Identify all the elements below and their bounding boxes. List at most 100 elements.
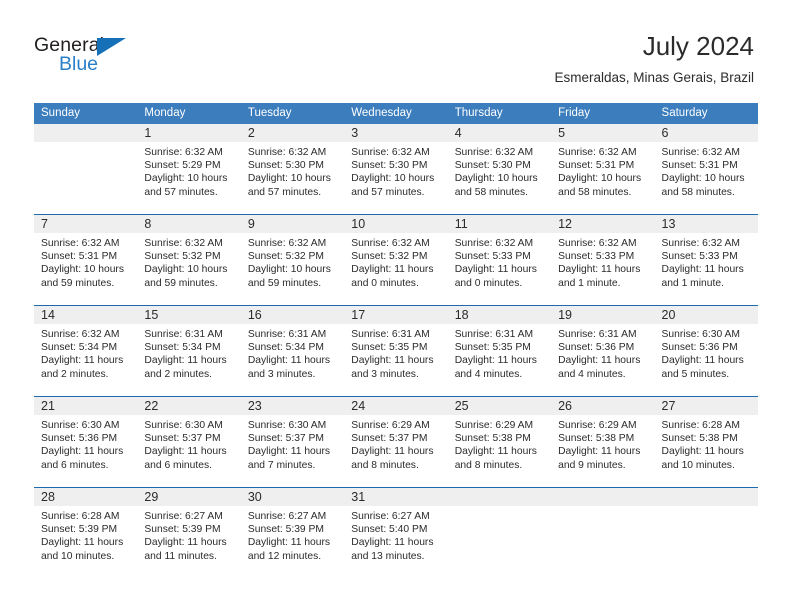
day-detail-lines: Sunrise: 6:27 AM Sunset: 5:39 PM Daylight:… — [137, 506, 240, 563]
day-detail-lines: Sunrise: 6:32 AM Sunset: 5:32 PM Daylight:… — [344, 233, 447, 290]
weekday-header-row: Sunday Monday Tuesday Wednesday Thursday Frid… — [34, 103, 758, 124]
day-detail-line: Daylight: 11 hours — [247, 446, 331, 458]
day-detail-line: and 57 minutes. — [247, 186, 322, 198]
calendar-day-cell[interactable]: 27 Sunrise: 6:28 AM Sunset: 5:38 PM Dayligh… — [654, 397, 758, 487]
weekday-header-thursday: Thursday — [454, 107, 503, 119]
calendar-day-cell[interactable]: 25 Sunrise: 6:29 AM Sunset: 5:38 PM Dayligh… — [447, 397, 552, 487]
day-detail-line: Sunrise: 6:30 AM — [247, 420, 327, 431]
calendar-day-cell[interactable]: 16 Sunrise: 6:31 AM Sunset: 5:34 PM Dayligh… — [240, 306, 345, 396]
day-detail-line: Sunrise: 6:31 AM — [558, 329, 637, 340]
calendar-day-cell[interactable]: 6 Sunrise: 6:32 AM Sunset: 5:31 PM Daylight… — [654, 124, 758, 214]
day-detail-line: Sunrise: 6:29 AM — [454, 420, 534, 431]
calendar-day-cell[interactable]: 24 Sunrise: 6:29 AM Sunset: 5:37 PM Dayligh… — [344, 397, 448, 487]
calendar-day-cell[interactable]: 3 Sunrise: 6:32 AM Sunset: 5:30 PM Daylight… — [344, 124, 448, 214]
calendar-day-cell[interactable]: 31 Sunrise: 6:27 AM Sunset: 5:40 PM Dayligh… — [344, 488, 448, 578]
calendar-day-cell[interactable]: 12 Sunrise: 6:32 AM Sunset: 5:33 PM Dayligh… — [551, 215, 655, 305]
day-detail-line: Sunset: 5:34 PM — [144, 342, 221, 354]
day-number: 17 — [351, 308, 366, 322]
day-number: 4 — [454, 126, 462, 140]
day-detail-lines: Sunrise: 6:32 AM Sunset: 5:31 PM Daylight:… — [655, 142, 758, 199]
general-blue-logo[interactable]: General Blue — [34, 34, 194, 80]
calendar-day-cell[interactable]: 23 Sunrise: 6:30 AM Sunset: 5:37 PM Dayligh… — [240, 397, 345, 487]
calendar-day-cell[interactable]: 15 Sunrise: 6:31 AM Sunset: 5:34 PM Dayligh… — [137, 306, 241, 396]
day-number-band — [34, 124, 138, 142]
weekday-header-saturday: Saturday — [661, 107, 708, 119]
calendar-week-row: 21 Sunrise: 6:30 AM Sunset: 5:36 PM Dayligh… — [34, 396, 758, 487]
day-detail-line: and 0 minutes. — [351, 277, 419, 289]
day-number-band — [654, 124, 758, 142]
day-detail-line: and 58 minutes. — [454, 186, 528, 198]
calendar-day-cell[interactable]: 26 Sunrise: 6:29 AM Sunset: 5:38 PM Dayligh… — [551, 397, 655, 487]
day-detail-line: Sunset: 5:37 PM — [144, 433, 221, 445]
day-detail-line: Sunrise: 6:32 AM — [144, 147, 223, 158]
day-detail-line: and 0 minutes. — [454, 277, 523, 289]
day-number-band — [240, 124, 345, 142]
day-number-band — [34, 215, 138, 233]
day-number: 18 — [454, 308, 469, 322]
day-detail-line: and 11 minutes. — [144, 550, 217, 562]
day-detail-line: Sunset: 5:30 PM — [351, 160, 428, 172]
calendar-week-row: 1 Sunrise: 6:32 AM Sunset: 5:29 PM Daylight… — [34, 124, 758, 214]
day-detail-line: Daylight: 11 hours — [351, 355, 434, 367]
day-number-band — [654, 488, 758, 506]
calendar-day-cell[interactable]: 14 Sunrise: 6:32 AM Sunset: 5:34 PM Dayligh… — [34, 306, 138, 396]
calendar-day-cell[interactable]: 20 Sunrise: 6:30 AM Sunset: 5:36 PM Dayligh… — [654, 306, 758, 396]
calendar-day-cell[interactable]: 28 Sunrise: 6:28 AM Sunset: 5:39 PM Dayligh… — [34, 488, 138, 578]
calendar-day-cell[interactable]: 21 Sunrise: 6:30 AM Sunset: 5:36 PM Dayligh… — [34, 397, 138, 487]
calendar-day-cell[interactable]: 11 Sunrise: 6:32 AM Sunset: 5:33 PM Dayligh… — [447, 215, 552, 305]
day-detail-line: Daylight: 11 hours — [454, 264, 537, 276]
day-detail-line: Sunset: 5:34 PM — [247, 342, 324, 354]
day-number: 31 — [351, 490, 366, 504]
day-detail-line: and 4 minutes. — [558, 368, 626, 380]
day-detail-line: Sunrise: 6:30 AM — [661, 329, 740, 340]
day-detail-line: Sunset: 5:39 PM — [41, 524, 118, 536]
calendar-day-cell[interactable]: 5 Sunrise: 6:32 AM Sunset: 5:31 PM Daylight… — [551, 124, 655, 214]
page-header: General Blue July 2024 Esmeraldas, Minas… — [0, 0, 792, 96]
day-detail-lines: Sunrise: 6:32 AM Sunset: 5:30 PM Daylight:… — [241, 142, 344, 199]
day-detail-line: Sunset: 5:35 PM — [454, 342, 531, 354]
calendar-day-cell[interactable]: 8 Sunrise: 6:32 AM Sunset: 5:32 PM Daylight… — [137, 215, 241, 305]
day-detail-line: and 58 minutes. — [661, 186, 735, 198]
day-detail-line: Sunrise: 6:31 AM — [454, 329, 534, 340]
day-detail-line: Sunrise: 6:29 AM — [351, 420, 430, 431]
day-detail-line: Daylight: 11 hours — [41, 446, 124, 458]
day-detail-line: and 10 minutes. — [41, 550, 115, 562]
calendar-day-cell-empty — [551, 488, 655, 578]
calendar-day-cell[interactable]: 30 Sunrise: 6:27 AM Sunset: 5:39 PM Dayligh… — [240, 488, 345, 578]
calendar-day-cell[interactable]: 19 Sunrise: 6:31 AM Sunset: 5:36 PM Dayligh… — [551, 306, 655, 396]
calendar-day-cell[interactable]: 9 Sunrise: 6:32 AM Sunset: 5:32 PM Daylight… — [240, 215, 345, 305]
day-detail-line: Daylight: 11 hours — [41, 355, 124, 367]
day-detail-line: Sunrise: 6:32 AM — [41, 238, 120, 249]
day-detail-lines — [34, 142, 137, 146]
calendar-day-cell[interactable]: 2 Sunrise: 6:32 AM Sunset: 5:30 PM Daylight… — [240, 124, 345, 214]
day-detail-lines — [551, 506, 654, 510]
day-number: 25 — [454, 399, 469, 413]
calendar-day-cell[interactable]: 13 Sunrise: 6:32 AM Sunset: 5:33 PM Dayligh… — [654, 215, 758, 305]
day-detail-line: Sunrise: 6:32 AM — [247, 238, 327, 249]
calendar-day-cell[interactable]: 1 Sunrise: 6:32 AM Sunset: 5:29 PM Daylight… — [137, 124, 241, 214]
day-detail-line: Sunset: 5:31 PM — [661, 160, 738, 172]
day-detail-line: and 59 minutes. — [144, 277, 218, 289]
calendar-day-cell[interactable]: 22 Sunrise: 6:30 AM Sunset: 5:37 PM Dayligh… — [137, 397, 241, 487]
calendar-day-cell[interactable]: 7 Sunrise: 6:32 AM Sunset: 5:31 PM Daylight… — [34, 215, 138, 305]
day-number: 13 — [661, 217, 676, 231]
day-detail-line: Daylight: 10 hours — [144, 173, 228, 185]
day-detail-lines: Sunrise: 6:27 AM Sunset: 5:39 PM Daylight:… — [241, 506, 344, 563]
calendar-day-cell[interactable]: 17 Sunrise: 6:31 AM Sunset: 5:35 PM Dayligh… — [344, 306, 448, 396]
day-detail-line: Sunrise: 6:30 AM — [41, 420, 120, 431]
day-number: 5 — [558, 126, 566, 140]
calendar-day-cell[interactable]: 29 Sunrise: 6:27 AM Sunset: 5:39 PM Dayligh… — [137, 488, 241, 578]
day-detail-line: and 57 minutes. — [144, 186, 218, 198]
calendar-day-cell[interactable]: 4 Sunrise: 6:32 AM Sunset: 5:30 PM Daylight… — [447, 124, 552, 214]
day-number: 27 — [661, 399, 676, 413]
day-detail-line: Sunrise: 6:32 AM — [144, 238, 223, 249]
calendar-day-cell[interactable]: 18 Sunrise: 6:31 AM Sunset: 5:35 PM Dayligh… — [447, 306, 552, 396]
calendar-day-cell[interactable]: 10 Sunrise: 6:32 AM Sunset: 5:32 PM Dayligh… — [344, 215, 448, 305]
day-detail-line: Daylight: 11 hours — [41, 537, 124, 549]
day-detail-line: Daylight: 11 hours — [351, 446, 434, 458]
day-detail-line: Sunrise: 6:27 AM — [144, 511, 223, 522]
day-detail-lines: Sunrise: 6:32 AM Sunset: 5:29 PM Daylight:… — [137, 142, 240, 199]
day-detail-line: Daylight: 10 hours — [247, 173, 331, 185]
day-number: 22 — [144, 399, 159, 413]
day-detail-line: Sunrise: 6:32 AM — [454, 147, 534, 158]
